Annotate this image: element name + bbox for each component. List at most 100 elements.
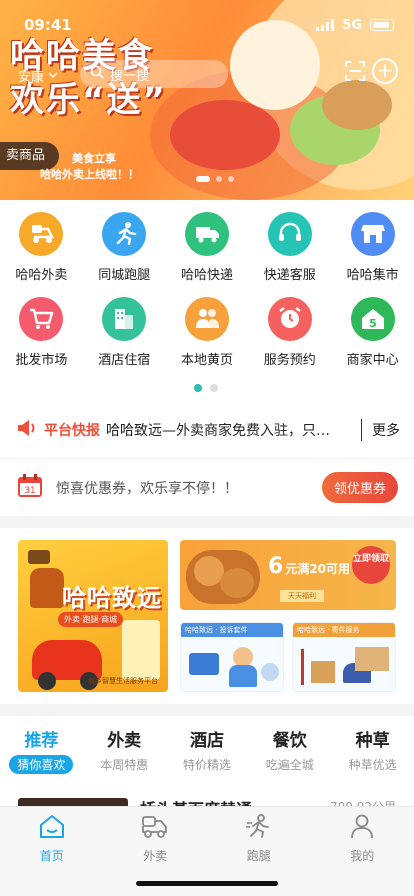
runner-icon [102, 212, 147, 256]
grid-item-label: 哈哈外卖 [15, 268, 68, 283]
voucher-amount: 6 元满20可用 [268, 554, 350, 579]
shop-icon [350, 212, 395, 256]
add-plus-button[interactable]: + [372, 58, 398, 84]
ad-card-voucher[interactable]: 6 元满20可用 天天福利 立即领取 [180, 540, 396, 610]
ad-card-complaint-kit[interactable]: 哈哈致远 · 投诉套件 [180, 622, 284, 692]
scooter-icon [19, 212, 64, 256]
search-bar[interactable]: 搜一搜 [80, 60, 228, 88]
grid-pagination [194, 384, 218, 392]
promo-line1: 美食立享 [72, 152, 116, 165]
user-icon [348, 813, 376, 843]
service-grid: 哈哈外卖 同城跑腿 哈哈快递 快递客服 哈哈集市批发市场 酒店住宿 本地黄页 服务预约 5 商家中… [0, 212, 414, 368]
svg-text:31: 31 [24, 486, 35, 496]
megaphone-icon [16, 418, 38, 442]
voucher-amount-value: 6 [268, 554, 284, 579]
grid-item-shop[interactable]: 哈哈集市 [331, 212, 414, 283]
grid-item-label: 本地黄页 [180, 353, 233, 368]
home-badge-icon: 5 [350, 297, 395, 341]
cart-icon [19, 297, 64, 341]
ad-brand-title: 哈哈致远 [62, 584, 162, 612]
ad-shipping-header: 哈哈致远 · 寄件服务 [293, 623, 395, 637]
nav-errand-label: 跑腿 [246, 849, 271, 863]
calendar-icon: 31 [16, 473, 44, 503]
voucher-amount-text: 元满20可用 [285, 562, 351, 576]
grid-item-people[interactable]: 本地黄页 [166, 297, 249, 368]
search-placeholder: 搜一搜 [110, 68, 150, 84]
grid-item-truck[interactable]: 哈哈快递 [166, 212, 249, 283]
promo-line2: 哈哈外卖上线啦！！ [40, 168, 139, 181]
grid-item-label: 哈哈快递 [180, 268, 233, 283]
category-tabs: 推荐 猜你喜欢 外卖 本周特惠 酒店 特价精选 餐饮 吃遍全城 种草 种草优选 [0, 716, 414, 800]
coupon-strip: 31 惊喜优惠券，欢乐享不停！！ 领优惠券 [0, 458, 414, 516]
status-bar: 09:41 5G [24, 14, 394, 36]
tab-3[interactable]: 餐饮 吃遍全城 [248, 716, 331, 800]
grid-item-label: 快递客服 [263, 268, 316, 283]
grid-item-headset[interactable]: 快递客服 [248, 212, 331, 283]
get-coupon-button[interactable]: 领优惠券 [321, 472, 398, 503]
grid-item-scooter[interactable]: 哈哈外卖 [0, 212, 83, 283]
tab-label: 餐饮 [272, 731, 307, 751]
nav-home[interactable]: 首页 [0, 807, 104, 896]
tab-0[interactable]: 推荐 猜你喜欢 [0, 716, 83, 800]
building-icon [102, 297, 147, 341]
nav-delivery-label: 外卖 [143, 849, 168, 863]
ad-complaint-header: 哈哈致远 · 投诉套件 [181, 623, 283, 637]
grid-item-label: 同城跑腿 [98, 268, 151, 283]
city-selector[interactable]: 安康 [18, 66, 58, 85]
coupon-text: 惊喜优惠券，欢乐享不停！！ [56, 480, 238, 497]
home-indicator [136, 881, 278, 886]
divider [361, 419, 362, 441]
ad-card-shipping[interactable]: 哈哈致远 · 寄件服务 [292, 622, 396, 692]
news-tag: 平台快报 [44, 423, 100, 439]
tab-subtitle: 本周特惠 [100, 758, 149, 772]
ad-card-brand[interactable]: 哈哈致远 外卖·跑腿·商城 城乡智慧生活服务平台 [18, 540, 168, 692]
nav-home-label: 首页 [39, 849, 64, 863]
tab-subtitle: 种草优选 [348, 758, 397, 772]
grid-item-label: 批发市场 [15, 353, 68, 368]
voucher-strip: 天天福利 [280, 590, 324, 602]
grid-item-runner[interactable]: 同城跑腿 [83, 212, 166, 283]
promo-ads: 哈哈致远 外卖·跑腿·商城 城乡智慧生活服务平台 6 元满20可用 天天福利 立即… [0, 528, 414, 704]
tab-4[interactable]: 种草 种草优选 [331, 716, 414, 800]
network-label: 5G [342, 17, 362, 33]
grid-item-building[interactable]: 酒店住宿 [83, 297, 166, 368]
grid-item-cart[interactable]: 批发市场 [0, 297, 83, 368]
headset-icon [267, 212, 312, 256]
delivery-icon [140, 813, 170, 843]
voucher-claim-button[interactable]: 立即领取 [352, 546, 390, 584]
news-ticker[interactable]: 平台快报 哈哈致远—外卖商家免费入驻，只… 更多 [0, 402, 414, 458]
signal-icon [316, 19, 335, 31]
tab-label: 外卖 [107, 731, 142, 751]
tab-label: 种草 [355, 731, 390, 751]
grid-item-alarm[interactable]: 服务预约 [248, 297, 331, 368]
grid-item-label: 酒店住宿 [98, 353, 151, 368]
tab-subtitle: 猜你喜欢 [9, 755, 74, 774]
alarm-icon [267, 297, 312, 341]
search-icon [90, 65, 104, 83]
news-more-link[interactable]: 更多 [372, 420, 400, 440]
status-time: 09:41 [24, 16, 72, 34]
tab-label: 酒店 [189, 731, 224, 751]
tab-2[interactable]: 酒店 特价精选 [166, 716, 249, 800]
nav-profile[interactable]: 我的 [311, 807, 414, 896]
truck-icon [184, 212, 229, 256]
banner-pagination [196, 176, 234, 182]
errand-icon [244, 813, 274, 843]
news-text: 哈哈致远—外卖商家免费入驻，只… [106, 423, 330, 439]
tab-subtitle: 吃遍全城 [265, 758, 314, 772]
svg-text:5: 5 [369, 317, 377, 330]
grid-item-label: 服务预约 [263, 353, 316, 368]
battery-icon [370, 19, 394, 31]
grid-item-label: 商家中心 [346, 353, 399, 368]
chevron-down-icon [48, 68, 58, 83]
home-icon [38, 813, 66, 843]
scan-icon[interactable] [344, 60, 366, 86]
ad-brand-sub: 外卖·跑腿·商城 [58, 612, 124, 627]
hero-banner[interactable]: 09:41 5G 哈哈美食 欢乐“送” 安康 搜一搜 + 卖商品 美食立享 哈哈… [0, 0, 414, 200]
city-label: 安康 [18, 70, 45, 85]
grid-item-home-badge[interactable]: 5 商家中心 [331, 297, 414, 368]
tab-1[interactable]: 外卖 本周特惠 [83, 716, 166, 800]
tab-label: 推荐 [24, 731, 59, 751]
tab-subtitle: 特价精选 [182, 758, 231, 772]
service-grid-card: 哈哈外卖 同城跑腿 哈哈快递 快递客服 哈哈集市批发市场 酒店住宿 本地黄页 服务预约 5 商家中… [0, 200, 414, 402]
